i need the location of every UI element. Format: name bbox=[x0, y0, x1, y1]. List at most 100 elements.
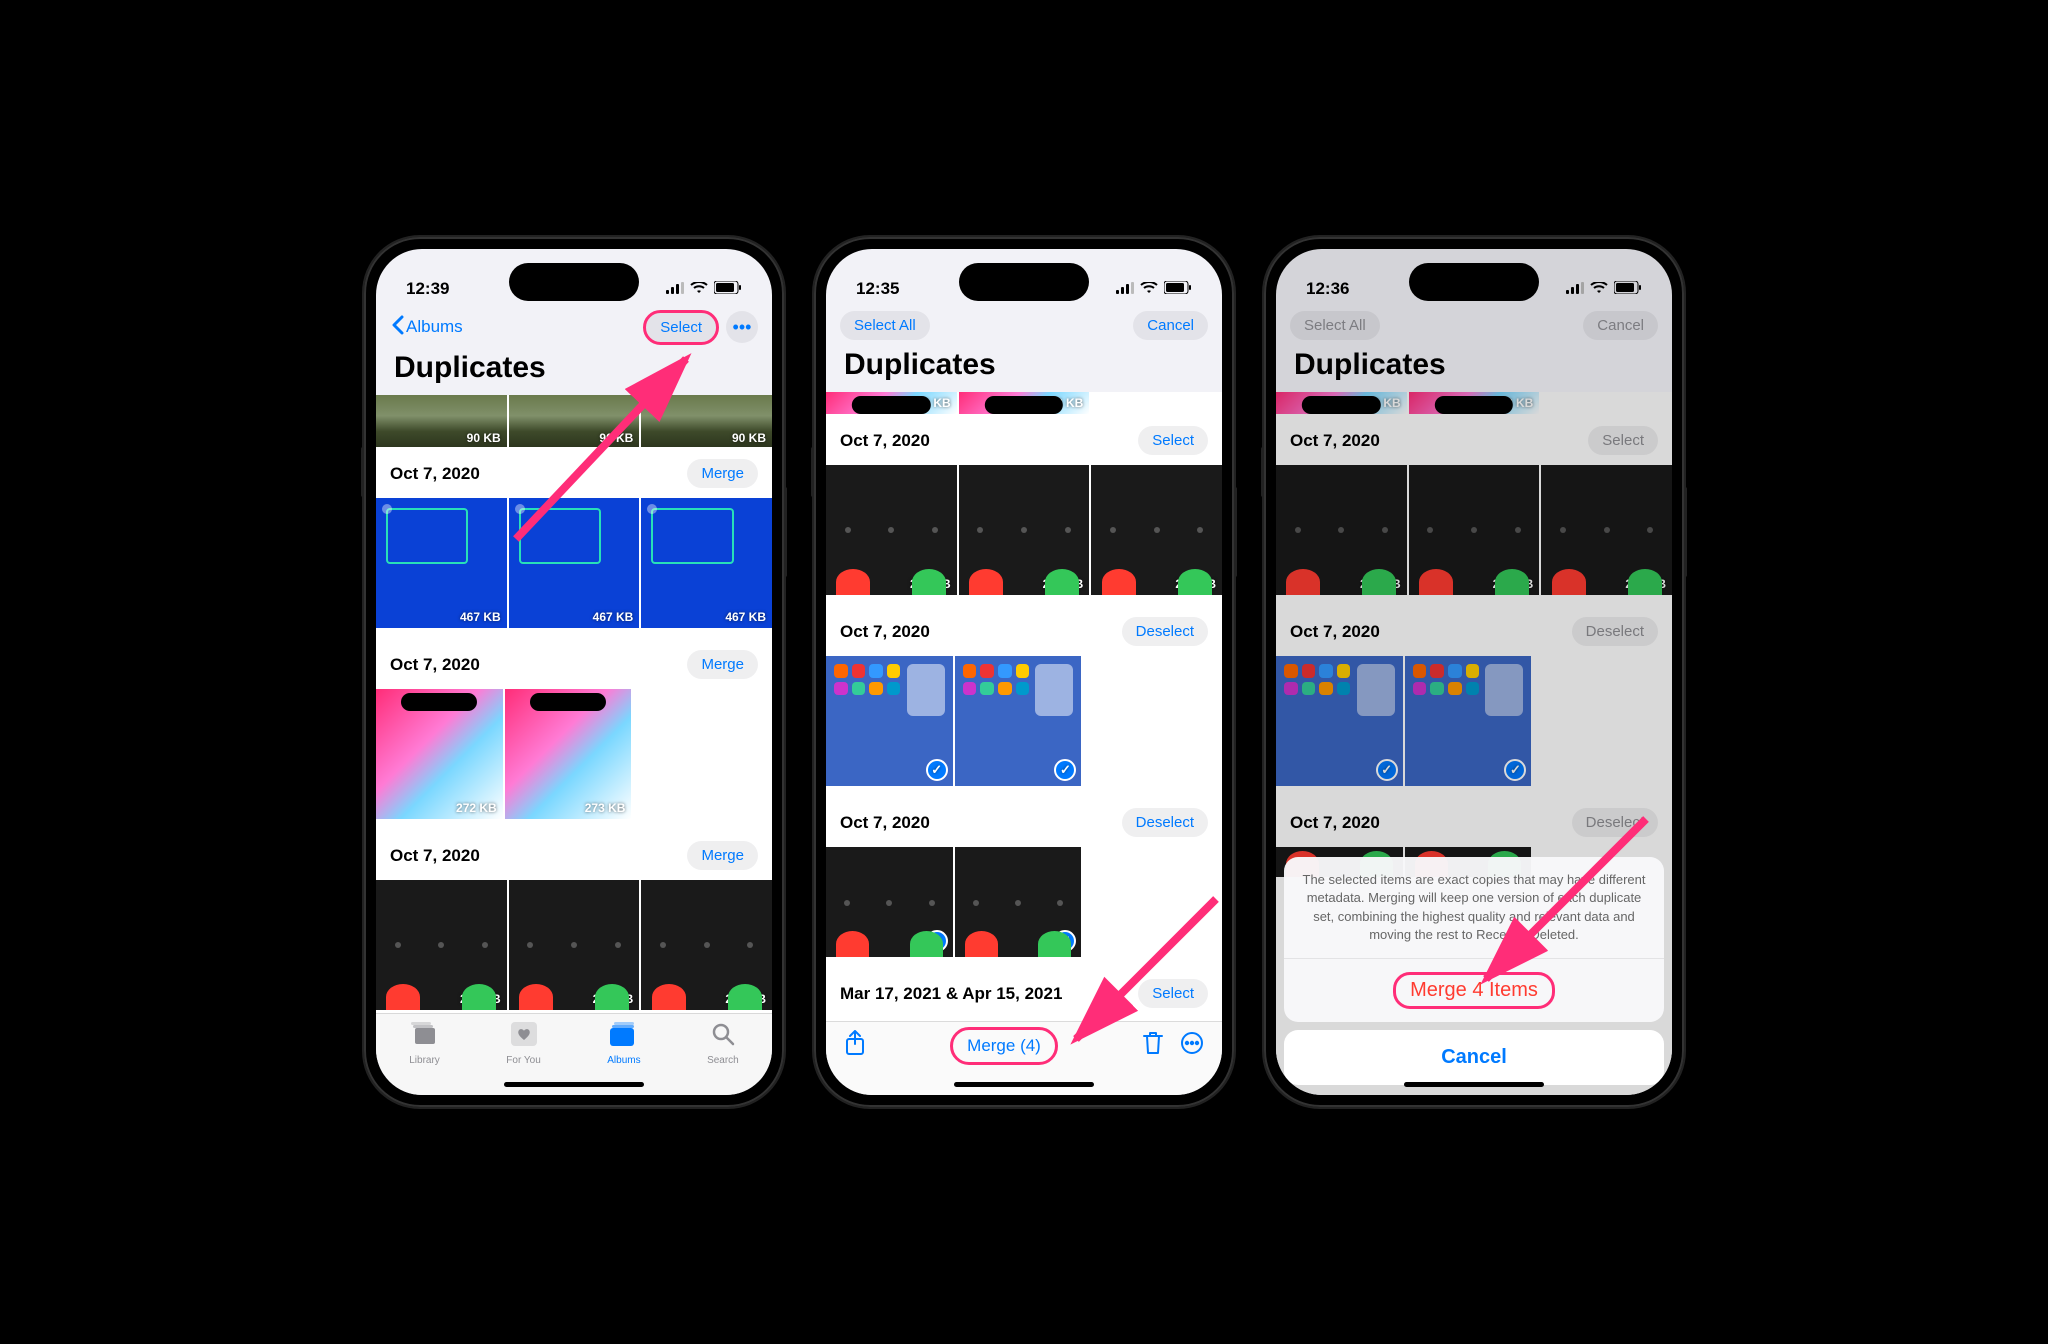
back-label: Albums bbox=[406, 317, 463, 337]
section-select-button[interactable]: Select bbox=[1138, 426, 1208, 455]
section-deselect-button[interactable]: Deselect bbox=[1122, 808, 1208, 837]
search-icon bbox=[711, 1022, 735, 1053]
photo-stack-icon bbox=[411, 1022, 439, 1053]
thumbnail[interactable]: 201 KB bbox=[376, 880, 507, 1010]
thumbnail[interactable]: 90 KB bbox=[509, 395, 640, 447]
back-button[interactable]: Albums bbox=[390, 315, 463, 340]
thumbnail[interactable]: 201 KB bbox=[641, 880, 772, 1010]
bottom-toolbar: Merge (4) bbox=[826, 1021, 1222, 1069]
spacer bbox=[1091, 392, 1222, 414]
checkmark-icon: ✓ bbox=[1054, 930, 1076, 952]
thumbnail-selected[interactable]: ✓ bbox=[826, 656, 953, 786]
checkmark-icon: ✓ bbox=[926, 759, 948, 781]
content-scroll[interactable]: 272 KB 273 KB Oct 7, 2020 Select 201 KB … bbox=[826, 392, 1222, 1021]
tab-search[interactable]: Search bbox=[707, 1022, 739, 1066]
thumbnail-selected[interactable]: ✓ bbox=[955, 656, 1082, 786]
thumbnail: 272 KB bbox=[1276, 392, 1407, 414]
section-date: Oct 7, 2020 bbox=[1290, 431, 1380, 451]
thumbnail[interactable]: 467 KB bbox=[641, 498, 772, 628]
section-date: Oct 7, 2020 bbox=[840, 431, 930, 451]
albums-icon bbox=[610, 1022, 638, 1053]
page-title: Duplicates bbox=[826, 344, 1222, 392]
phone-frame-2: 12:35 Select All Cancel Duplicates 272 K… bbox=[814, 237, 1234, 1107]
thumbnail-selected[interactable]: ✓ bbox=[955, 847, 1082, 957]
tab-foryou[interactable]: For You bbox=[506, 1022, 540, 1066]
thumbnail[interactable]: 272 KB bbox=[826, 392, 957, 414]
section-date: Oct 7, 2020 bbox=[1290, 622, 1380, 642]
thumbnail[interactable]: 467 KB bbox=[376, 498, 507, 628]
checkmark-icon: ✓ bbox=[1054, 759, 1076, 781]
status-time: 12:36 bbox=[1306, 279, 1349, 299]
thumbnail: 201 KB bbox=[1276, 465, 1407, 595]
thumbnail[interactable]: 201 KB bbox=[509, 880, 640, 1010]
thumbnail: 201 KB bbox=[1541, 465, 1672, 595]
checkmark-icon: ✓ bbox=[926, 930, 948, 952]
tab-library[interactable]: Library bbox=[409, 1022, 440, 1066]
heart-square-icon bbox=[511, 1022, 537, 1053]
section-date: Oct 7, 2020 bbox=[840, 622, 930, 642]
cancel-button: Cancel bbox=[1583, 311, 1658, 340]
thumbnail[interactable]: 273 KB bbox=[505, 689, 632, 819]
wifi-icon bbox=[690, 279, 708, 299]
chevron-left-icon bbox=[390, 315, 404, 340]
thumbnail[interactable]: 467 KB bbox=[509, 498, 640, 628]
select-button[interactable]: Select bbox=[646, 313, 716, 342]
nav-bar: Albums Select ••• bbox=[376, 305, 772, 347]
phone-frame-1: 12:39 Albums Select bbox=[364, 237, 784, 1107]
merge-button[interactable]: Merge bbox=[687, 650, 758, 679]
merge-button[interactable]: Merge bbox=[687, 841, 758, 870]
thumbnail: 201 KB bbox=[1409, 465, 1540, 595]
section-deselect-button[interactable]: Deselect bbox=[1122, 617, 1208, 646]
select-all-button[interactable]: Select All bbox=[840, 311, 930, 340]
thumbnail-selected[interactable]: ✓ bbox=[826, 847, 953, 957]
thumbnail[interactable]: 90 KB bbox=[641, 395, 772, 447]
battery-icon bbox=[1164, 279, 1192, 299]
status-bar: 12:35 bbox=[826, 249, 1222, 305]
status-time: 12:35 bbox=[856, 279, 899, 299]
tab-albums[interactable]: Albums bbox=[607, 1022, 640, 1066]
thumbnail-selected: ✓ bbox=[1276, 656, 1403, 786]
spacer bbox=[1541, 392, 1672, 414]
signal-icon bbox=[1116, 279, 1134, 299]
section-date: Oct 7, 2020 bbox=[390, 655, 480, 675]
thumbnail: 273 KB bbox=[1409, 392, 1540, 414]
merge-items-button[interactable]: Merge 4 Items bbox=[1284, 958, 1664, 1022]
merge-button[interactable]: Merge bbox=[687, 459, 758, 488]
section-date: Oct 7, 2020 bbox=[840, 813, 930, 833]
status-bar: 12:36 bbox=[1276, 249, 1672, 305]
page-title: Duplicates bbox=[1276, 344, 1672, 392]
content-scroll[interactable]: 90 KB 90 KB 90 KB Oct 7, 2020 Merge 467 … bbox=[376, 395, 772, 1013]
thumbnail[interactable]: 272 KB bbox=[376, 689, 503, 819]
merge-count-button[interactable]: Merge (4) bbox=[953, 1030, 1055, 1062]
nav-bar: Select All Cancel bbox=[826, 305, 1222, 344]
sheet-message: The selected items are exact copies that… bbox=[1284, 857, 1664, 958]
thumbnail[interactable]: 273 KB bbox=[959, 392, 1090, 414]
more-button[interactable]: ••• bbox=[726, 311, 758, 343]
thumbnail[interactable]: 201 KB bbox=[1091, 465, 1222, 595]
more-circle-button[interactable] bbox=[1180, 1031, 1204, 1060]
page-title: Duplicates bbox=[376, 347, 772, 395]
checkmark-icon: ✓ bbox=[1504, 759, 1526, 781]
action-sheet: The selected items are exact copies that… bbox=[1284, 857, 1664, 1085]
section-date: Oct 7, 2020 bbox=[1290, 813, 1380, 833]
share-button[interactable] bbox=[844, 1030, 866, 1061]
section-select-button[interactable]: Select bbox=[1138, 979, 1208, 1008]
signal-icon bbox=[1566, 279, 1584, 299]
status-time: 12:39 bbox=[406, 279, 449, 299]
thumbnail[interactable]: 90 KB bbox=[376, 395, 507, 447]
section-deselect-button: Deselect bbox=[1572, 617, 1658, 646]
phone-frame-3: 12:36 Select All Cancel Duplicates 272 K… bbox=[1264, 237, 1684, 1107]
tab-bar: Library For You Albums Search bbox=[376, 1013, 772, 1095]
wifi-icon bbox=[1140, 279, 1158, 299]
cancel-button[interactable]: Cancel bbox=[1133, 311, 1208, 340]
select-all-button: Select All bbox=[1290, 311, 1380, 340]
sheet-cancel-button[interactable]: Cancel bbox=[1284, 1030, 1664, 1085]
battery-icon bbox=[1614, 279, 1642, 299]
ellipsis-icon: ••• bbox=[733, 317, 752, 338]
wifi-icon bbox=[1590, 279, 1608, 299]
battery-icon bbox=[714, 279, 742, 299]
thumbnail[interactable]: 201 KB bbox=[826, 465, 957, 595]
trash-button[interactable] bbox=[1142, 1031, 1164, 1060]
thumbnail[interactable]: 201 KB bbox=[959, 465, 1090, 595]
section-deselect-button: Deselect bbox=[1572, 808, 1658, 837]
